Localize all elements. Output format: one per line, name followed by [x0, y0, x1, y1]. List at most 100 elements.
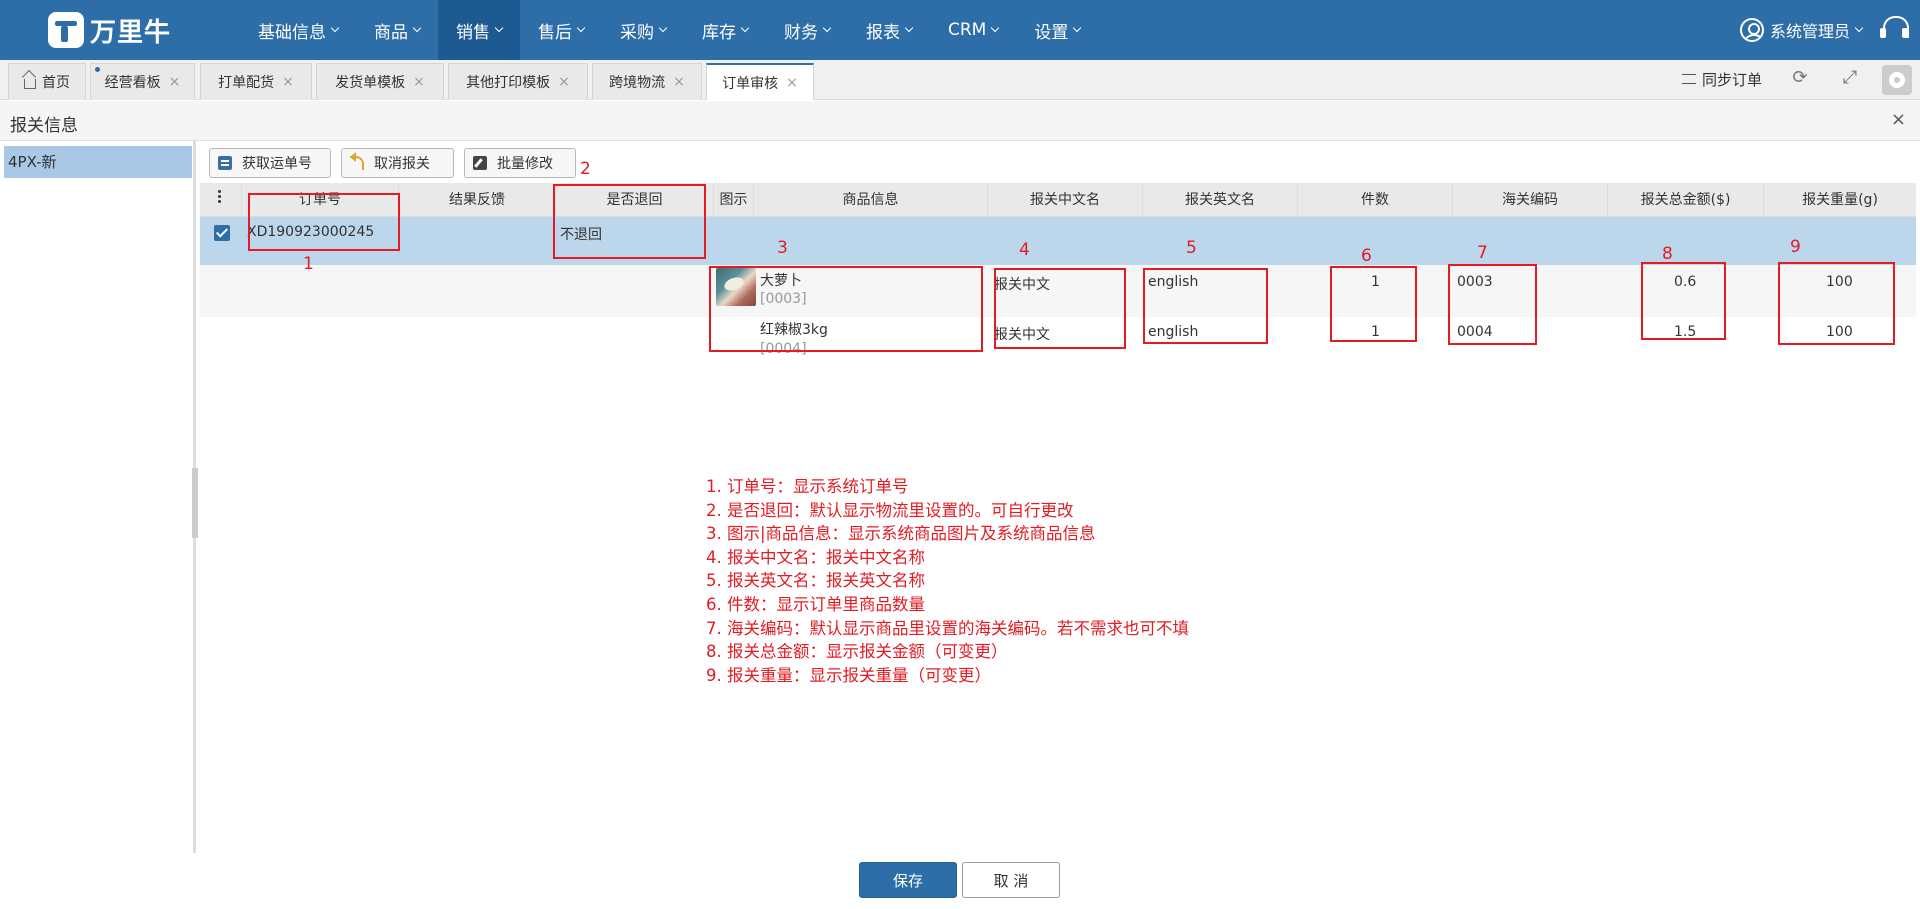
annotation-box-9	[1778, 262, 1895, 345]
undo-icon	[350, 152, 364, 170]
note-line: 6. 件数：显示订单里商品数量	[706, 594, 925, 614]
close-icon[interactable]: ×	[786, 75, 798, 91]
tab-bar: 首页 经营看板 × 打单配货 × 发货单模板 × 其他打印模板 × 跨境物流 × 订单审核…	[0, 60, 1920, 100]
unread-dot	[95, 67, 100, 72]
note-line: 4. 报关中文名：报关中文名称	[706, 547, 925, 567]
menu-label: 商品	[374, 22, 408, 43]
tab-other-print-template[interactable]: 其他打印模板 ×	[448, 63, 588, 100]
column-header-image[interactable]: 图示	[714, 183, 754, 217]
annotation-number: 8	[1662, 244, 1673, 264]
menu-label: CRM	[948, 20, 987, 40]
column-header-amount[interactable]: 报关总金额($)	[1608, 183, 1764, 217]
gear-icon[interactable]	[1882, 65, 1912, 95]
batch-edit-button[interactable]: 批量修改	[464, 148, 576, 178]
cancel-button[interactable]: 取 消	[962, 862, 1060, 898]
user-menu[interactable]: 系统管理员	[1739, 0, 1864, 60]
menu-item-after-sales[interactable]: 售后	[520, 0, 602, 60]
table-header: 订单号 结果反馈 是否退回 图示 商品信息 报关中文名 报关英文名 件数 海关编…	[200, 183, 1916, 217]
menu-item-products[interactable]: 商品	[356, 0, 438, 60]
home-icon	[24, 79, 36, 89]
column-header-weight[interactable]: 报关重量(g)	[1764, 183, 1916, 217]
menu-label: 报表	[866, 22, 900, 43]
tab-shipping-template[interactable]: 发货单模板 ×	[316, 63, 444, 100]
save-button[interactable]: 保存	[859, 862, 957, 898]
menu-item-settings[interactable]: 设置	[1016, 0, 1098, 60]
top-navbar: 万里牛 基础信息 商品 销售 售后 采购 库存 财务 报表 CRM 设置 系统管…	[0, 0, 1920, 60]
menu-item-finance[interactable]: 财务	[766, 0, 848, 60]
close-icon[interactable]: ×	[1891, 109, 1906, 130]
sync-label: 同步订单	[1702, 70, 1763, 89]
brand-logo[interactable]: 万里牛	[48, 10, 171, 50]
column-header-en-name[interactable]: 报关英文名	[1143, 183, 1298, 217]
main-menu: 基础信息 商品 销售 售后 采购 库存 财务 报表 CRM 设置	[240, 0, 1098, 60]
annotation-box-5	[1143, 268, 1268, 344]
note-line: 9. 报关重量：显示报关重量（可变更）	[706, 665, 991, 685]
column-header-product-info[interactable]: 商品信息	[754, 183, 988, 217]
row-checkbox[interactable]	[214, 225, 230, 241]
menu-label: 库存	[702, 22, 736, 43]
menu-item-crm[interactable]: CRM	[930, 0, 1016, 60]
annotation-notes: 1. 订单号：显示系统订单号 2. 是否退回：默认显示物流里设置的。可自行更改 …	[706, 475, 1189, 687]
table-row-order[interactable]	[200, 217, 1916, 265]
menu-item-purchasing[interactable]: 采购	[602, 0, 684, 60]
menu-item-sales[interactable]: 销售	[438, 0, 520, 60]
close-icon[interactable]: ×	[673, 74, 685, 90]
close-icon[interactable]: ×	[558, 74, 570, 90]
annotation-number: 1	[303, 254, 314, 274]
note-line: 8. 报关总金额：显示报关金额（可变更）	[706, 642, 1008, 662]
tab-home[interactable]: 首页	[8, 63, 86, 100]
tab-label: 其他打印模板	[466, 75, 551, 91]
button-label: 取消报关	[374, 156, 430, 172]
splitter-handle[interactable]	[192, 468, 198, 538]
annotation-box-2	[553, 184, 706, 259]
chevron-down-icon	[991, 23, 1000, 33]
chevron-down-icon	[576, 23, 586, 33]
note-line: 5. 报关英文名：报关英文名称	[706, 571, 925, 591]
tab-label: 经营看板	[104, 75, 161, 91]
chevron-down-icon	[822, 23, 832, 33]
edit-icon	[473, 156, 487, 170]
menu-item-inventory[interactable]: 库存	[684, 0, 766, 60]
logistics-list: 4PX-新	[0, 141, 196, 853]
chevron-down-icon	[740, 23, 750, 33]
column-header-hs-code[interactable]: 海关编码	[1453, 183, 1608, 217]
menu-item-basic-info[interactable]: 基础信息	[240, 0, 356, 60]
tab-cross-border-logistics[interactable]: 跨境物流 ×	[592, 63, 702, 100]
annotation-number: 6	[1361, 246, 1372, 266]
chevron-down-icon	[412, 23, 422, 33]
refresh-icon[interactable]: ⟳	[1791, 69, 1809, 87]
note-line: 2. 是否退回：默认显示物流里设置的。可自行更改	[706, 500, 1074, 520]
close-icon[interactable]: ×	[169, 74, 181, 90]
annotation-number: 4	[1019, 240, 1030, 260]
close-icon[interactable]: ×	[282, 74, 294, 90]
user-name: 系统管理员	[1769, 22, 1850, 41]
get-tracking-button[interactable]: 获取运单号	[209, 148, 331, 178]
tab-label: 打单配货	[218, 75, 275, 91]
document-icon	[218, 156, 232, 170]
fullscreen-icon[interactable]: ⤢	[1841, 69, 1859, 87]
annotation-number: 9	[1790, 237, 1801, 257]
note-line: 3. 图示|商品信息：显示系统商品图片及系统商品信息	[706, 524, 1096, 544]
column-header-cn-name[interactable]: 报关中文名	[988, 183, 1143, 217]
menu-label: 售后	[538, 22, 572, 43]
dialog-header: 报关信息 ×	[0, 101, 1920, 141]
customer-service-icon[interactable]	[1880, 14, 1910, 44]
column-header-feedback[interactable]: 结果反馈	[399, 183, 556, 217]
tab-order-review[interactable]: 订单审核 ×	[706, 63, 814, 100]
annotation-box-1	[248, 193, 400, 251]
sync-orders-button[interactable]: 同步订单	[1682, 60, 1762, 98]
tab-dashboard[interactable]: 经营看板 ×	[90, 63, 195, 100]
sync-icon	[1682, 74, 1696, 84]
menu-item-reports[interactable]: 报表	[848, 0, 930, 60]
annotation-box-4	[994, 268, 1126, 349]
close-icon[interactable]: ×	[413, 74, 425, 90]
tab-picking[interactable]: 打单配货 ×	[200, 63, 312, 100]
chevron-down-icon	[904, 23, 914, 33]
annotation-box-3	[709, 266, 983, 352]
annotation-box-7	[1448, 264, 1537, 345]
more-vertical-icon[interactable]	[218, 190, 222, 206]
logistics-item[interactable]: 4PX-新	[4, 146, 192, 178]
column-header-quantity[interactable]: 件数	[1298, 183, 1453, 217]
cancel-customs-button[interactable]: 取消报关	[341, 148, 454, 178]
annotation-number: 3	[777, 238, 788, 258]
